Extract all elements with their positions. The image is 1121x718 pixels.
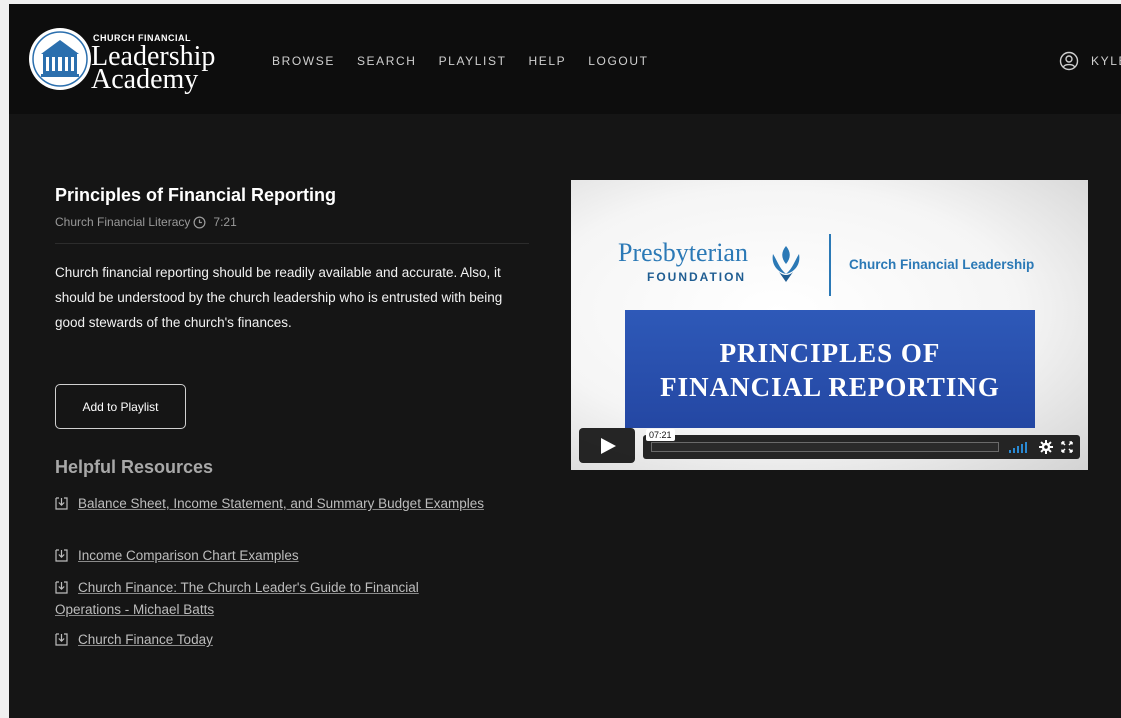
video-title-banner: PRINCIPLES OF FINANCIAL REPORTING xyxy=(625,310,1035,428)
clock-icon xyxy=(193,216,206,228)
resource-link-text: Income Comparison Chart Examples xyxy=(78,548,299,563)
user-circle-icon xyxy=(1059,51,1079,71)
lesson-description: Church financial reporting should be rea… xyxy=(55,265,503,330)
resource-link-text: Church Finance: The Church Leader's Guid… xyxy=(55,580,419,617)
download-icon xyxy=(55,549,68,562)
resources-heading: Helpful Resources xyxy=(55,457,214,477)
nav-search[interactable]: SEARCH xyxy=(357,54,417,68)
church-building-icon xyxy=(29,28,91,90)
download-icon xyxy=(55,497,68,510)
foundation-wordmark: FOUNDATION xyxy=(647,270,747,284)
lesson-title: Principles of Financial Reporting xyxy=(55,185,337,205)
presbyterian-wordmark: Presbyterian xyxy=(618,238,748,267)
banner-line-2: FINANCIAL REPORTING xyxy=(660,372,1000,402)
lesson-meta: Church Financial Literacy 7:21 xyxy=(55,215,237,229)
settings-gear-icon[interactable] xyxy=(1039,440,1053,454)
divider xyxy=(55,243,529,244)
play-button[interactable] xyxy=(579,428,635,463)
banner-line-1: PRINCIPLES OF xyxy=(719,338,941,368)
app-window: CHURCH FINANCIAL Leadership Academy BROW… xyxy=(9,4,1121,718)
logo-line-2: Academy xyxy=(91,64,199,95)
volume-icon[interactable] xyxy=(1009,442,1029,453)
resource-link[interactable]: Income Comparison Chart Examples xyxy=(55,545,485,567)
download-icon xyxy=(55,633,68,646)
lesson-category: Church Financial Literacy xyxy=(55,215,191,229)
lesson-duration: 7:21 xyxy=(213,215,237,229)
add-to-playlist-button[interactable]: Add to Playlist xyxy=(55,384,186,429)
resource-link[interactable]: Church Finance: The Church Leader's Guid… xyxy=(55,577,485,621)
time-tooltip: 07:21 xyxy=(646,429,675,441)
resource-link[interactable]: Balance Sheet, Income Statement, and Sum… xyxy=(55,493,485,515)
download-icon xyxy=(55,581,68,594)
resource-link-text: Church Finance Today xyxy=(78,632,213,647)
nav-help[interactable]: HELP xyxy=(529,54,567,68)
logo-divider xyxy=(829,234,831,296)
play-icon xyxy=(601,438,616,454)
top-nav-bar: CHURCH FINANCIAL Leadership Academy BROW… xyxy=(9,4,1121,114)
program-name: Church Financial Leadership xyxy=(849,257,1035,272)
user-name: KYLE xyxy=(1091,54,1121,68)
nav-browse[interactable]: BROWSE xyxy=(272,54,335,68)
main-nav: BROWSE SEARCH PLAYLIST HELP LOGOUT xyxy=(272,54,671,68)
video-controls: 07:21 xyxy=(579,428,1080,464)
resource-link-text: Balance Sheet, Income Statement, and Sum… xyxy=(78,496,484,511)
nav-logout[interactable]: LOGOUT xyxy=(588,54,648,68)
resource-link[interactable]: Church Finance Today xyxy=(55,629,485,651)
academy-logo[interactable]: CHURCH FINANCIAL Leadership Academy xyxy=(27,26,242,96)
flame-cross-icon xyxy=(772,246,800,282)
fullscreen-icon[interactable] xyxy=(1061,441,1073,453)
video-player[interactable]: Presbyterian FOUNDATION Church Financial… xyxy=(571,180,1088,470)
nav-playlist[interactable]: PLAYLIST xyxy=(439,54,507,68)
user-menu[interactable]: KYLE xyxy=(1059,51,1121,71)
progress-bar[interactable] xyxy=(651,442,999,452)
